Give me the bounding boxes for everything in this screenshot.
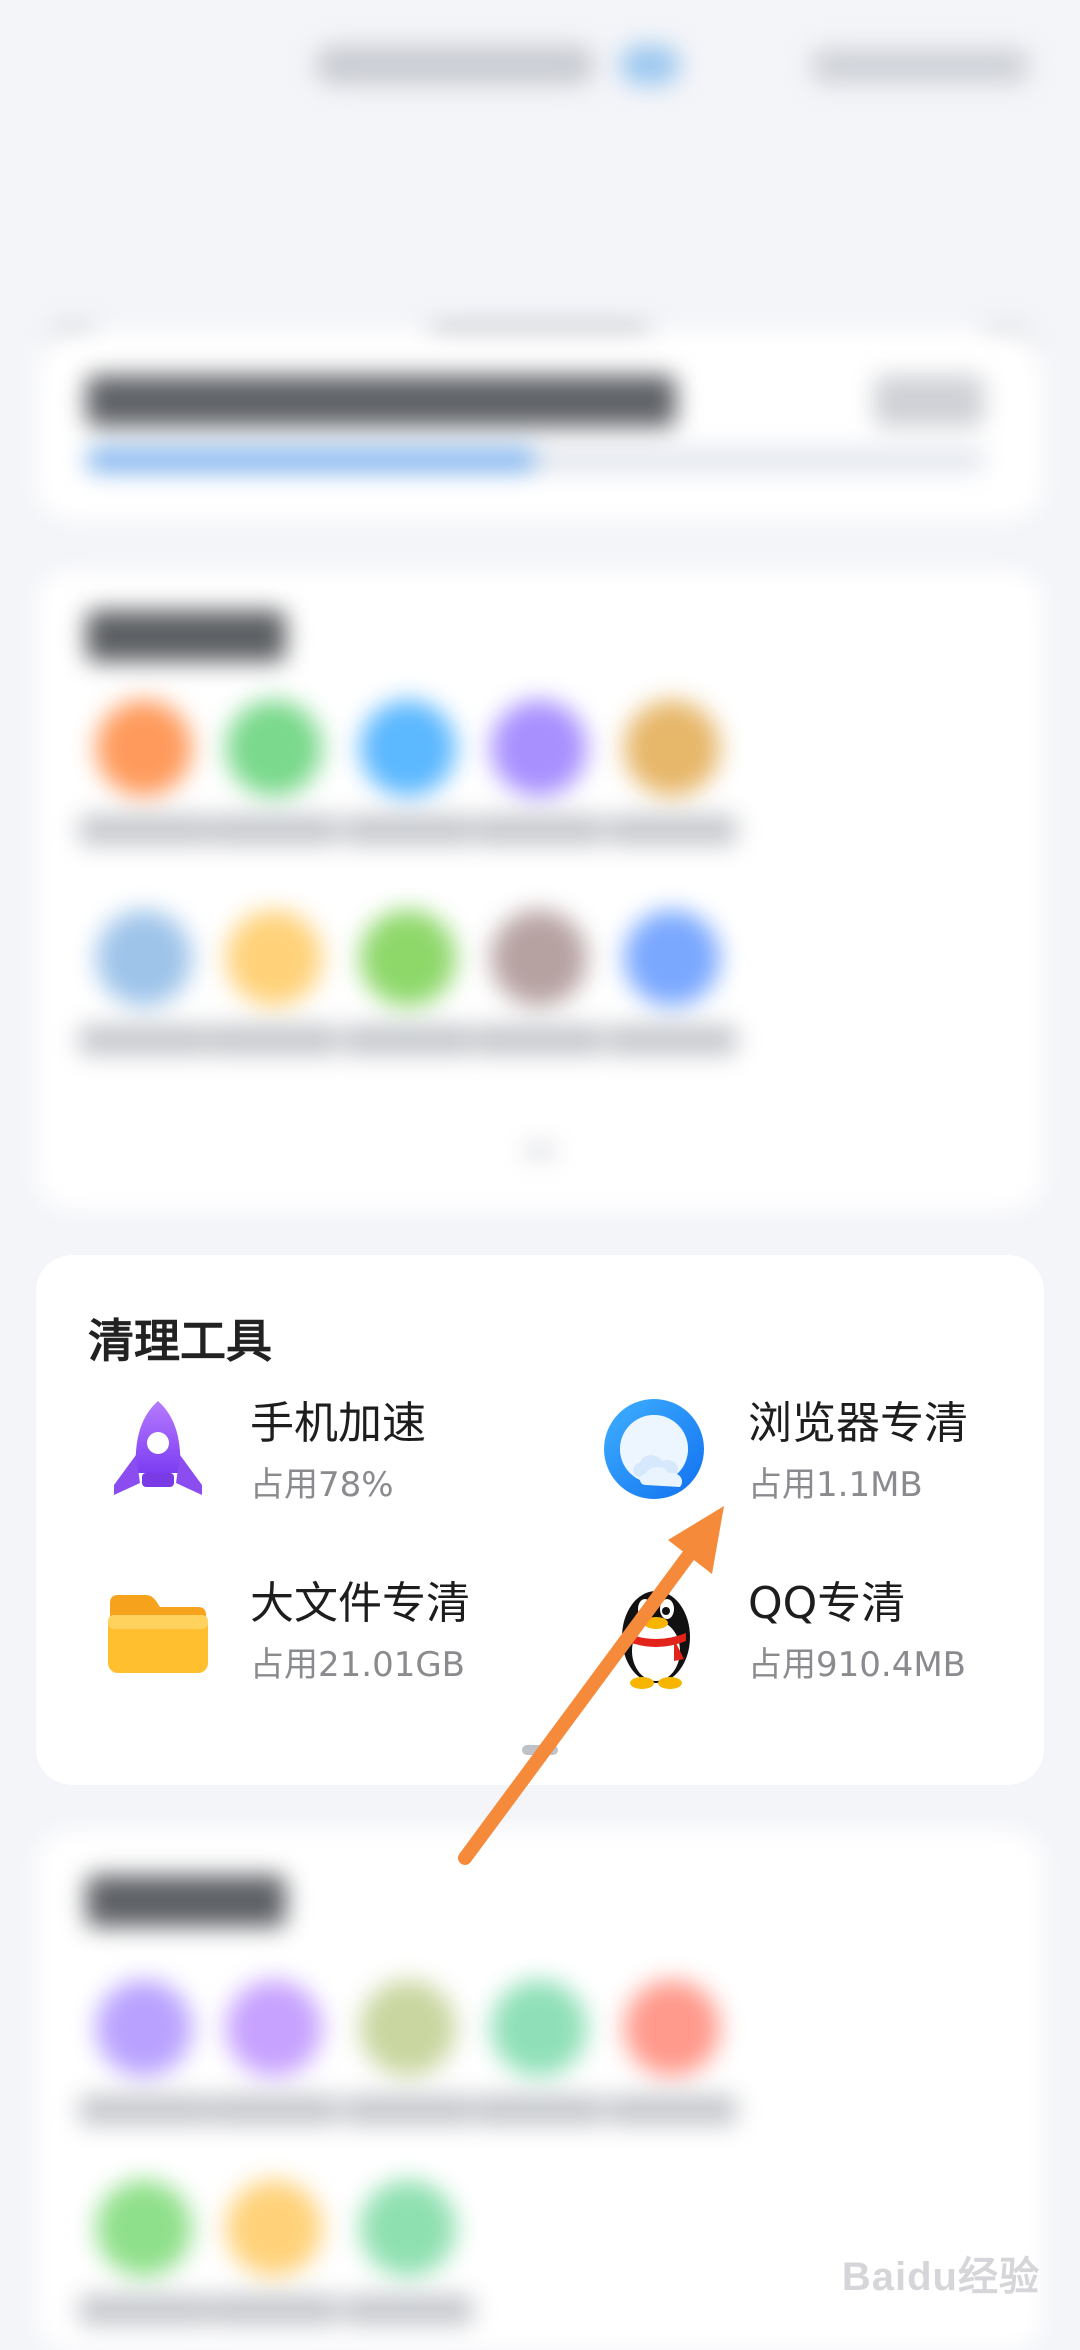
shortcut-icon[interactable] (360, 700, 456, 796)
shortcut-icon[interactable] (360, 910, 456, 1006)
more-tools-title (86, 1875, 286, 1927)
shortcut-label (474, 815, 604, 845)
shortcut-label (343, 815, 473, 845)
shortcut-label (607, 2095, 737, 2125)
shortcuts-title (86, 610, 286, 662)
shortcut-label (79, 2095, 209, 2125)
storage-summary (86, 375, 676, 427)
shortcut-label (343, 2295, 473, 2325)
folder-icon (108, 1595, 208, 1673)
shortcut-label (607, 1025, 737, 1055)
page-indicator (522, 1745, 558, 1755)
shortcut-icon[interactable] (226, 2180, 322, 2276)
shortcut-icon[interactable] (624, 1980, 720, 2076)
baidu-watermark: Baidu经验 (841, 2255, 1040, 2299)
shortcut-label (607, 815, 737, 845)
shortcut-icon[interactable] (360, 1980, 456, 2076)
tool-name: 大文件专清 (250, 1578, 470, 1629)
shortcut-icon[interactable] (624, 910, 720, 1006)
shortcut-icon[interactable] (491, 1980, 587, 2076)
shortcut-label (343, 1025, 473, 1055)
tool-usage: 占用21.01GB (250, 1645, 466, 1685)
tool-large-files[interactable]: 大文件专清 占用21.01GB (98, 1565, 578, 1705)
shortcuts-card (36, 570, 1044, 1210)
storage-progress-fill (86, 448, 536, 472)
shortcut-icon[interactable] (491, 910, 587, 1006)
rocket-icon (114, 1401, 202, 1495)
clean-tools-card: 清理工具 手机加速 占用78% 浏览器专清 占用1.1MB 大文件专清 占用21… (36, 1255, 1044, 1785)
clean-tools-title: 清理工具 (88, 1314, 272, 1368)
storage-progress-bar (86, 448, 986, 472)
shortcut-icon[interactable] (360, 2180, 456, 2276)
shortcut-icon[interactable] (491, 700, 587, 796)
shortcut-label (79, 2295, 209, 2325)
top-nav (0, 150, 1080, 381)
storage-card[interactable] (36, 330, 1044, 520)
tool-name: 手机加速 (250, 1398, 426, 1449)
shortcut-label (474, 1025, 604, 1055)
shortcut-icon[interactable] (226, 700, 322, 796)
shortcut-label (79, 815, 209, 845)
shortcut-icon[interactable] (96, 1980, 192, 2076)
shortcut-icon[interactable] (624, 700, 720, 796)
status-bar (0, 0, 1080, 150)
tool-qq-clean[interactable]: QQ专清 占用910.4MB (596, 1565, 1076, 1705)
shortcut-icon[interactable] (96, 700, 192, 796)
shortcut-label (209, 2095, 339, 2125)
shortcut-label (79, 1025, 209, 1055)
shortcut-icon[interactable] (96, 910, 192, 1006)
page-indicator (522, 1145, 558, 1157)
tool-name: 浏览器专清 (748, 1398, 968, 1449)
tool-browser-clean[interactable]: 浏览器专清 占用1.1MB (596, 1385, 1076, 1525)
tool-name: QQ专清 (748, 1578, 906, 1629)
shortcut-label (209, 1025, 339, 1055)
tool-usage: 占用1.1MB (748, 1465, 923, 1505)
shortcut-icon[interactable] (226, 1980, 322, 2076)
qq-penguin-icon (622, 1591, 690, 1689)
shortcut-icon[interactable] (226, 910, 322, 1006)
tool-usage: 占用910.4MB (748, 1645, 966, 1685)
shortcut-label (209, 815, 339, 845)
shortcut-label (209, 2295, 339, 2325)
shortcut-label (343, 2095, 473, 2125)
tool-usage: 占用78% (250, 1465, 394, 1505)
tool-phone-boost[interactable]: 手机加速 占用78% (98, 1385, 578, 1525)
shortcut-icon[interactable] (96, 2180, 192, 2276)
browser-icon (604, 1399, 704, 1499)
shortcut-label (474, 2095, 604, 2125)
storage-manage-button[interactable] (874, 375, 984, 427)
